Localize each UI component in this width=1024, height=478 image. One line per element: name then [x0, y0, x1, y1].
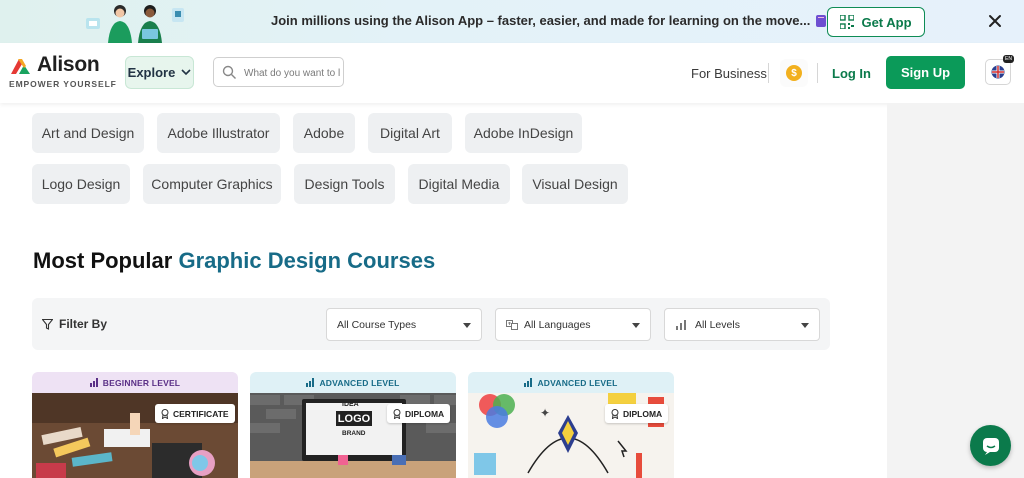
level-bars-icon: [89, 378, 98, 387]
language-icon: [506, 320, 518, 330]
languages-value: All Languages: [524, 319, 591, 331]
diploma-badge-label: DIPLOMA: [623, 408, 663, 419]
card-level-label: BEGINNER LEVEL: [102, 377, 181, 388]
filter-by-text: Filter By: [59, 317, 108, 331]
course-types-select[interactable]: All Course Types: [326, 308, 482, 341]
section-title: Most Popular Graphic Design Courses: [33, 248, 435, 274]
thumbnail-logo-text: LOGO: [336, 411, 372, 426]
coin-icon: $: [786, 65, 802, 81]
alison-logo[interactable]: Alison EMPOWER YOURSELF: [9, 53, 119, 93]
level-bars-icon: [676, 320, 686, 330]
explore-label: Explore: [127, 65, 176, 80]
tag-adobe[interactable]: Adobe: [293, 113, 355, 153]
section-title-accent: Graphic Design Courses: [178, 248, 436, 273]
award-icon: [393, 408, 401, 419]
close-icon[interactable]: [986, 12, 1004, 30]
svg-text:✦: ✦: [540, 406, 550, 420]
course-types-value: All Course Types: [337, 319, 417, 331]
thumbnail-idea-text: IDEA: [342, 401, 359, 408]
search-box[interactable]: [213, 57, 344, 87]
award-icon: [611, 408, 619, 419]
diploma-badge: DIPLOMA: [387, 404, 451, 423]
course-card[interactable]: ADVANCED LEVEL ✦ DIPLOMA: [468, 372, 674, 478]
filter-by-label: Filter By: [42, 317, 107, 331]
qr-code-icon: [840, 15, 855, 29]
tag-adobe-illustrator[interactable]: Adobe Illustrator: [157, 113, 280, 153]
explore-button[interactable]: Explore: [125, 56, 194, 89]
search-input[interactable]: [244, 64, 340, 82]
promo-text: Join millions using the Alison App – fas…: [271, 13, 827, 28]
card-level-header: ADVANCED LEVEL: [250, 372, 456, 393]
course-card[interactable]: ADVANCED LEVEL IDEA LOGO BRAND DIPLOMA: [250, 372, 456, 478]
diploma-badge: DIPLOMA: [605, 404, 669, 423]
caret-down-icon: [801, 323, 809, 328]
uk-flag-icon: [991, 65, 1005, 79]
chat-button[interactable]: [970, 425, 1011, 466]
levels-value: All Levels: [695, 319, 740, 331]
site-header: Alison EMPOWER YOURSELF Explore For Busi…: [0, 43, 1024, 103]
book-icon: [816, 15, 827, 27]
language-selector[interactable]: EN: [985, 55, 1014, 85]
course-card[interactable]: BEGINNER LEVEL CERTIFICATE: [32, 372, 238, 478]
header-divider: [817, 63, 818, 83]
card-level-label: ADVANCED LEVEL: [319, 377, 400, 388]
signup-button[interactable]: Sign Up: [886, 56, 965, 89]
get-app-button[interactable]: Get App: [827, 7, 925, 37]
caret-down-icon: [632, 323, 640, 328]
coins-button[interactable]: $: [780, 59, 808, 87]
level-bars-icon: [306, 378, 315, 387]
get-app-label: Get App: [861, 14, 912, 30]
chevron-down-icon: [181, 69, 191, 76]
card-level-header: BEGINNER LEVEL: [32, 372, 238, 393]
caret-down-icon: [463, 323, 471, 328]
filter-bar: Filter By All Course Types All Languages…: [32, 298, 830, 350]
chat-icon: [982, 437, 999, 455]
section-title-plain: Most Popular: [33, 248, 179, 273]
login-link[interactable]: Log In: [832, 66, 871, 81]
tag-computer-graphics[interactable]: Computer Graphics: [143, 164, 281, 204]
level-bars-icon: [524, 378, 533, 387]
award-icon: [161, 408, 169, 419]
tag-adobe-indesign[interactable]: Adobe InDesign: [465, 113, 582, 153]
card-level-header: ADVANCED LEVEL: [468, 372, 674, 393]
levels-select[interactable]: All Levels: [664, 308, 820, 341]
logo-tagline: EMPOWER YOURSELF: [9, 79, 117, 89]
for-business-link[interactable]: For Business: [691, 66, 767, 81]
filter-icon: [42, 318, 53, 330]
languages-select[interactable]: All Languages: [495, 308, 651, 341]
search-icon: [222, 65, 236, 79]
tag-art-and-design[interactable]: Art and Design: [32, 113, 144, 153]
thumbnail-brand-text: BRAND: [342, 430, 366, 437]
tag-design-tools[interactable]: Design Tools: [294, 164, 395, 204]
tag-logo-design[interactable]: Logo Design: [32, 164, 130, 204]
card-level-label: ADVANCED LEVEL: [537, 377, 618, 388]
diploma-badge-label: DIPLOMA: [405, 408, 445, 419]
side-panel: [887, 103, 1024, 478]
tag-visual-design[interactable]: Visual Design: [522, 164, 628, 204]
tag-digital-media[interactable]: Digital Media: [408, 164, 510, 204]
tag-digital-art[interactable]: Digital Art: [368, 113, 452, 153]
certificate-badge: CERTIFICATE: [155, 404, 235, 423]
promo-banner: Join millions using the Alison App – fas…: [0, 0, 1024, 43]
header-divider: [768, 63, 769, 83]
certificate-badge-label: CERTIFICATE: [173, 408, 229, 419]
logo-wordmark: Alison: [37, 53, 100, 76]
language-badge: EN: [1003, 55, 1014, 63]
promo-illustration: [86, 5, 184, 43]
alison-logo-mark-icon: [11, 59, 30, 74]
